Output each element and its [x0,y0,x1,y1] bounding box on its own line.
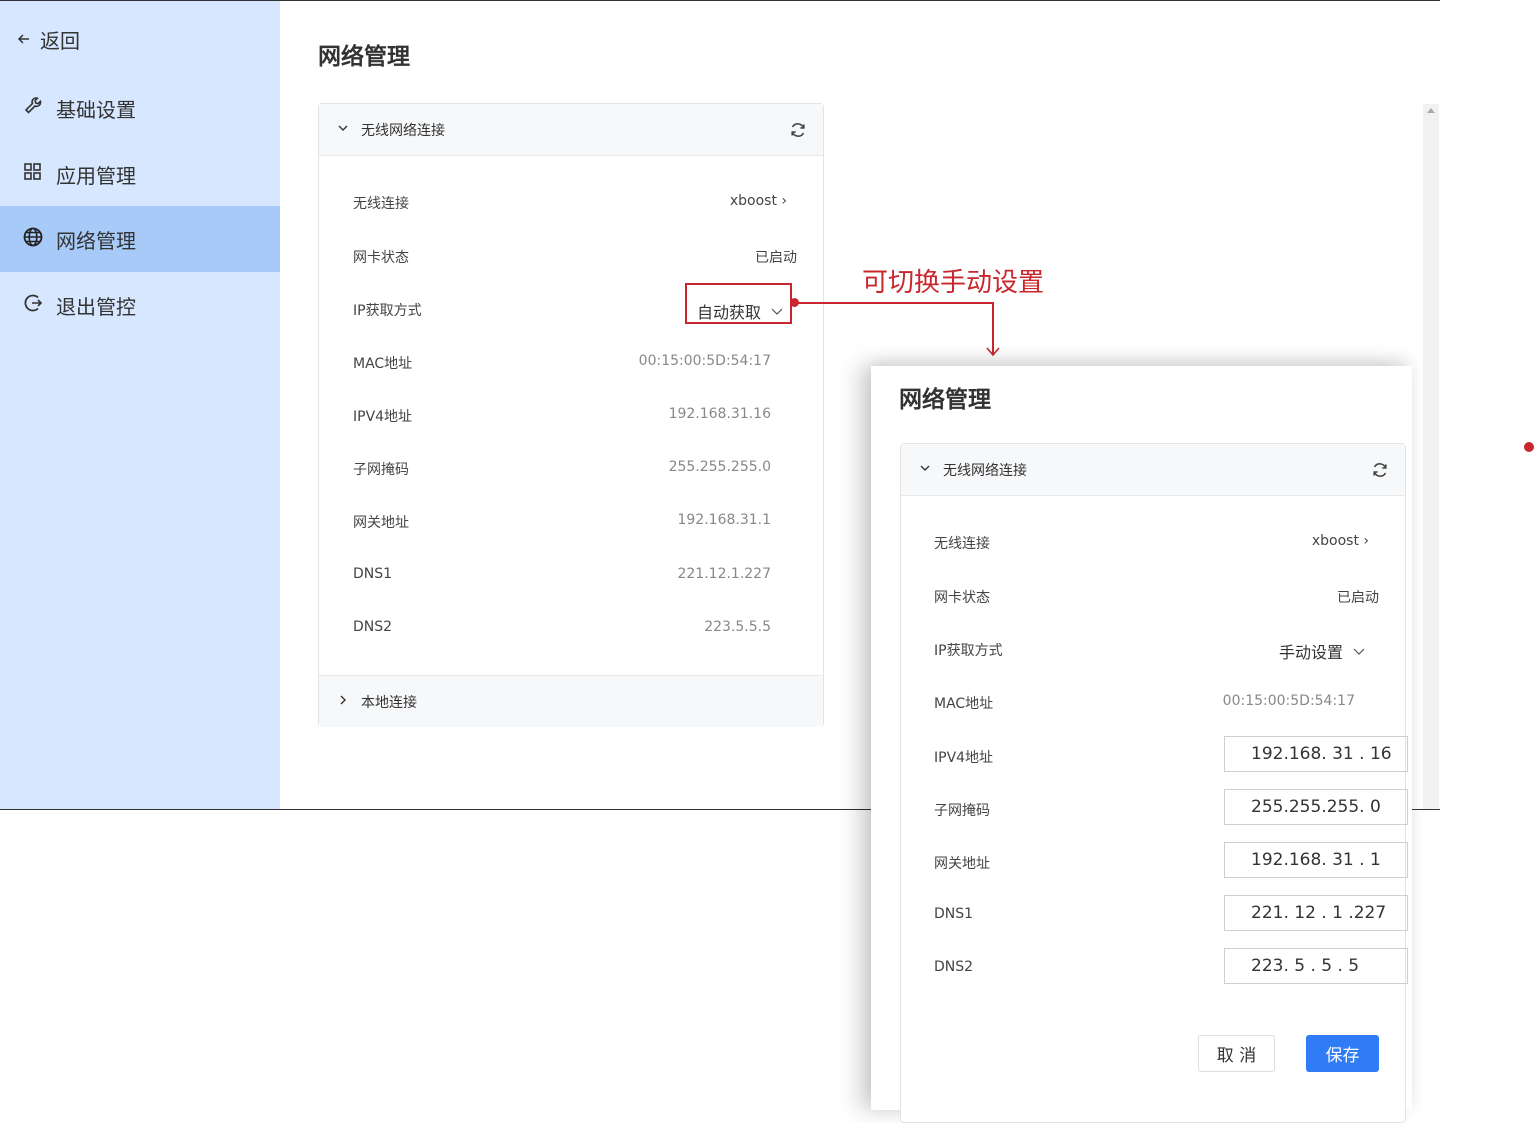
ip-mode-label: IP获取方式 [353,303,422,319]
wireless-section-title: 无线网络连接 [943,462,1027,479]
local-section-header[interactable]: 本地连接 [319,675,823,727]
nic-status-label: 网卡状态 [934,590,990,606]
mac-value: 00:15:00:5D:54:17 [1222,693,1355,709]
chevron-right-icon: › [1363,533,1369,549]
nic-status-label: 网卡状态 [353,250,409,266]
wireless-ssid: xboost [729,193,777,209]
sidebar-item-label: 应用管理 [56,163,136,188]
dns1-input[interactable]: 221. 12 . 1 .227 [1224,895,1408,931]
ipv4-label: IPV4地址 [934,750,994,766]
subnet-mask-label: 子网掩码 [934,803,990,819]
chevron-down-icon [919,462,931,478]
dns2-input[interactable]: 223. 5 . 5 . 5 [1224,948,1408,984]
gateway-value: 192.168.31.1 [677,512,771,528]
save-button[interactable]: 保存 [1306,1035,1379,1072]
subnet-mask-input[interactable]: 255.255.255. 0 [1224,789,1408,825]
wireless-value[interactable]: xboost › [1312,533,1369,549]
local-section-title: 本地连接 [361,694,417,711]
logout-icon [22,292,44,319]
chevron-right-icon: › [781,193,787,209]
wireless-label: 无线连接 [934,536,990,552]
gateway-input[interactable]: 192.168. 31 . 1 [1224,842,1408,878]
wireless-label: 无线连接 [353,196,409,212]
refresh-icon[interactable] [789,121,807,143]
nic-status-value: 已启动 [755,250,797,266]
page-title: 网络管理 [318,44,410,70]
back-label: 返回 [40,29,80,53]
ipv4-input[interactable]: 192.168. 31 . 16 [1224,736,1408,772]
annotation-line [798,302,994,304]
sidebar-item-label: 退出管控 [56,294,136,319]
dns2-label: DNS2 [353,619,393,635]
arrow-down-icon [986,347,1000,357]
sidebar-item-basic-settings[interactable]: 基础设置 [0,75,280,141]
arrow-left-icon [16,28,32,52]
scrollbar[interactable] [1423,104,1439,809]
network-card: 无线网络连接 无线连接 xboost › 网卡状态 已启动 IP获取方式 手动设… [900,443,1408,1123]
sidebar: 返回 基础设置 应用管理 网络管理 退出管控 [0,1,280,809]
mac-label: MAC地址 [934,696,994,712]
refresh-icon[interactable] [1371,461,1389,483]
sidebar-item-exit-control[interactable]: 退出管控 [0,272,280,338]
cancel-button[interactable]: 取 消 [1198,1035,1275,1072]
gateway-label: 网关地址 [353,515,409,531]
dns2-value: 223.5.5.5 [704,619,771,635]
ipv4-label: IPV4地址 [353,409,413,425]
highlight-box [685,283,792,324]
dns2-label: DNS2 [934,959,974,975]
annotation-dot [1524,442,1534,452]
globe-icon [22,226,44,253]
chevron-down-icon [337,122,349,138]
gateway-label: 网关地址 [934,856,990,872]
wireless-ssid: xboost [1311,533,1359,549]
panel-title: 网络管理 [899,387,991,413]
wrench-icon [22,95,44,122]
subnet-mask-value: 255.255.255.0 [668,459,771,475]
sidebar-item-network-management[interactable]: 网络管理 [0,206,280,272]
chevron-right-icon [337,694,349,710]
ip-mode-select[interactable]: 手动设置 [1279,639,1343,663]
sidebar-item-app-management[interactable]: 应用管理 [0,141,280,207]
annotation-text: 可切换手动设置 [862,268,1045,298]
grid-icon [22,161,44,188]
manual-settings-panel: 网络管理 无线网络连接 无线连接 xboost › 网卡状态 已启动 IP获取方… [871,366,1412,1123]
mac-label: MAC地址 [353,356,413,372]
scroll-up-icon[interactable] [1427,108,1435,113]
back-button[interactable]: 返回 [16,25,80,54]
subnet-mask-label: 子网掩码 [353,462,409,478]
wireless-section-header[interactable]: 无线网络连接 [901,444,1405,496]
sidebar-item-label: 网络管理 [56,228,136,253]
chevron-down-icon [1353,642,1365,661]
wireless-value[interactable]: xboost › [730,193,787,209]
dns1-label: DNS1 [934,906,974,922]
sidebar-item-label: 基础设置 [56,97,136,122]
nic-status-value: 已启动 [1337,590,1379,606]
ipv4-value: 192.168.31.16 [668,406,771,422]
dns1-value: 221.12.1.227 [677,566,771,582]
wireless-section-header[interactable]: 无线网络连接 [319,104,823,156]
mac-value: 00:15:00:5D:54:17 [638,353,771,369]
dns1-label: DNS1 [353,566,393,582]
ip-mode-label: IP获取方式 [934,643,1003,659]
network-card: 无线网络连接 无线连接 xboost › 网卡状态 已启动 IP获取方式 自动获… [318,103,824,727]
wireless-section-title: 无线网络连接 [361,122,445,139]
